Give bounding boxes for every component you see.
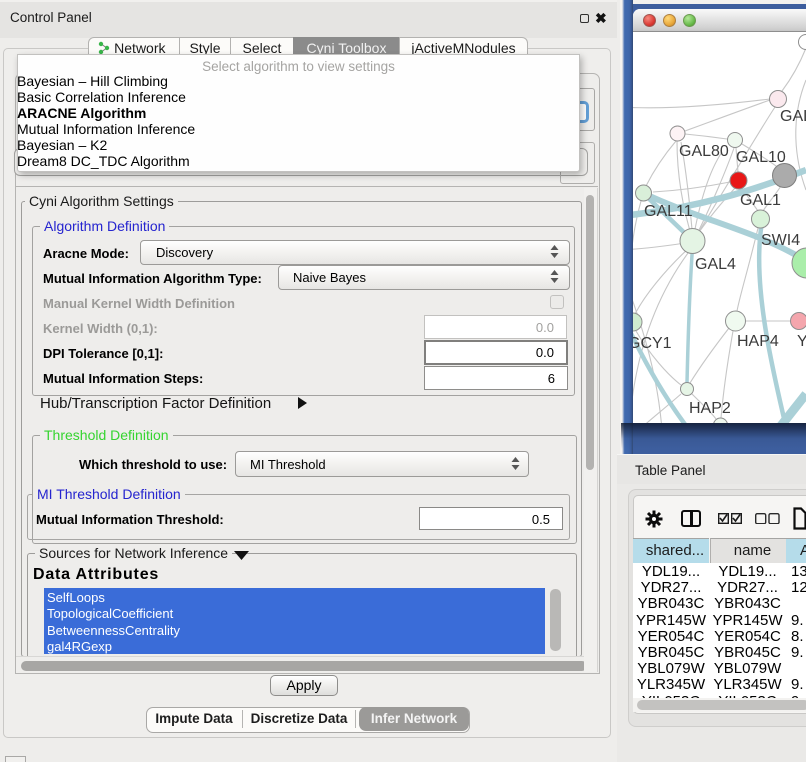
svg-text:GAL1: GAL1	[740, 192, 781, 209]
svg-text:GAL80: GAL80	[679, 143, 729, 160]
svg-text:GAL10: GAL10	[736, 149, 786, 166]
svg-text:SWI4: SWI4	[761, 232, 800, 249]
svg-text:YJ: YJ	[797, 333, 806, 350]
svg-text:GCY1: GCY1	[633, 335, 672, 352]
svg-text:HAP4: HAP4	[737, 333, 779, 350]
svg-text:GAL7: GAL7	[780, 108, 806, 125]
svg-text:GAL4: GAL4	[695, 256, 736, 273]
svg-text:GAL11: GAL11	[644, 203, 693, 220]
svg-text:HAP2: HAP2	[689, 400, 731, 417]
